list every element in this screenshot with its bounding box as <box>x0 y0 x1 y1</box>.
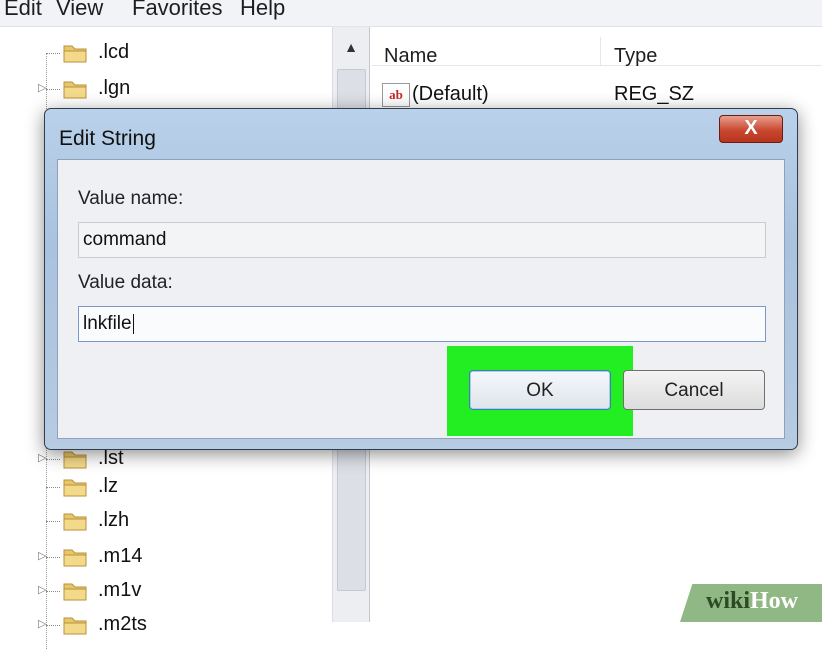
tree-item[interactable]: ▷ .m1v <box>0 575 330 609</box>
tree-connector <box>46 89 60 90</box>
menu-help[interactable]: Help <box>240 0 285 21</box>
scroll-up-arrow-icon[interactable]: ▲ <box>333 27 369 67</box>
tree-item-label: .lzh <box>98 509 130 531</box>
tree-item-label: .m2ts <box>98 613 147 635</box>
folder-icon <box>63 451 87 469</box>
column-divider[interactable] <box>600 37 601 65</box>
value-type: REG_SZ <box>614 83 695 105</box>
list-header: Name Type <box>372 27 822 68</box>
wikihow-logo: wikiHow <box>706 588 799 614</box>
expand-arrow-icon[interactable]: ▷ <box>38 451 46 464</box>
tree-item-label: .lcd <box>98 41 130 63</box>
value-data-text: lnkfile <box>83 313 132 334</box>
menu-edit[interactable]: Edit <box>4 0 42 21</box>
column-type-header[interactable]: Type <box>614 45 657 68</box>
tree-item-label: .lgn <box>98 77 131 99</box>
cancel-button[interactable]: Cancel <box>623 370 765 410</box>
ok-button[interactable]: OK <box>469 370 611 410</box>
tree-item-label: .lst <box>98 447 124 469</box>
text-caret <box>132 313 134 334</box>
folder-icon <box>63 617 87 635</box>
folder-icon <box>63 513 87 531</box>
folder-icon <box>63 549 87 567</box>
tree-item[interactable]: ▷ .lgn <box>0 73 330 107</box>
menu-favorites[interactable]: Favorites <box>132 0 222 21</box>
value-name-field: command <box>78 222 766 258</box>
folder-icon <box>63 479 87 497</box>
tree-connector <box>46 487 60 488</box>
tree-connector <box>46 459 60 460</box>
tree-item-label: .lz <box>98 475 118 497</box>
value-name-label: Value name: <box>78 188 184 209</box>
close-button[interactable]: X <box>719 115 783 143</box>
expand-arrow-icon[interactable]: ▷ <box>38 583 46 596</box>
value-data-label: Value data: <box>78 272 173 293</box>
value-name: (Default) <box>412 83 489 105</box>
tree-connector <box>46 591 60 592</box>
tree-connector <box>46 557 60 558</box>
column-name-header[interactable]: Name <box>384 45 437 68</box>
expand-arrow-icon[interactable]: ▷ <box>38 617 46 630</box>
expand-arrow-icon[interactable]: ▷ <box>38 549 46 562</box>
tree-item-label: .m1v <box>98 579 142 601</box>
tree-connector <box>46 625 60 626</box>
dialog-title: Edit String <box>59 127 156 150</box>
value-name-text: command <box>83 229 167 250</box>
expand-arrow-icon[interactable]: ▷ <box>38 81 46 94</box>
tree-item[interactable]: ▷ .m2ts <box>0 609 330 643</box>
ab-string-icon: ab <box>382 83 410 107</box>
tree-item[interactable]: .lz <box>0 471 330 505</box>
tree-item[interactable]: .lcd <box>0 37 330 71</box>
tree-item-label: .m14 <box>98 545 143 567</box>
tree-connector <box>46 521 60 522</box>
tree-connector <box>46 53 60 54</box>
folder-icon <box>63 583 87 601</box>
menu-bar: Edit View Favorites Help <box>0 0 822 27</box>
folder-icon <box>63 45 87 63</box>
tree-item[interactable]: .lzh <box>0 505 330 539</box>
list-row-default[interactable]: ab (Default) REG_SZ <box>372 79 822 109</box>
menu-view[interactable]: View <box>56 0 103 21</box>
value-data-input[interactable]: lnkfile <box>78 306 766 342</box>
folder-icon <box>63 81 87 99</box>
tree-item[interactable]: ▷ .m14 <box>0 541 330 575</box>
